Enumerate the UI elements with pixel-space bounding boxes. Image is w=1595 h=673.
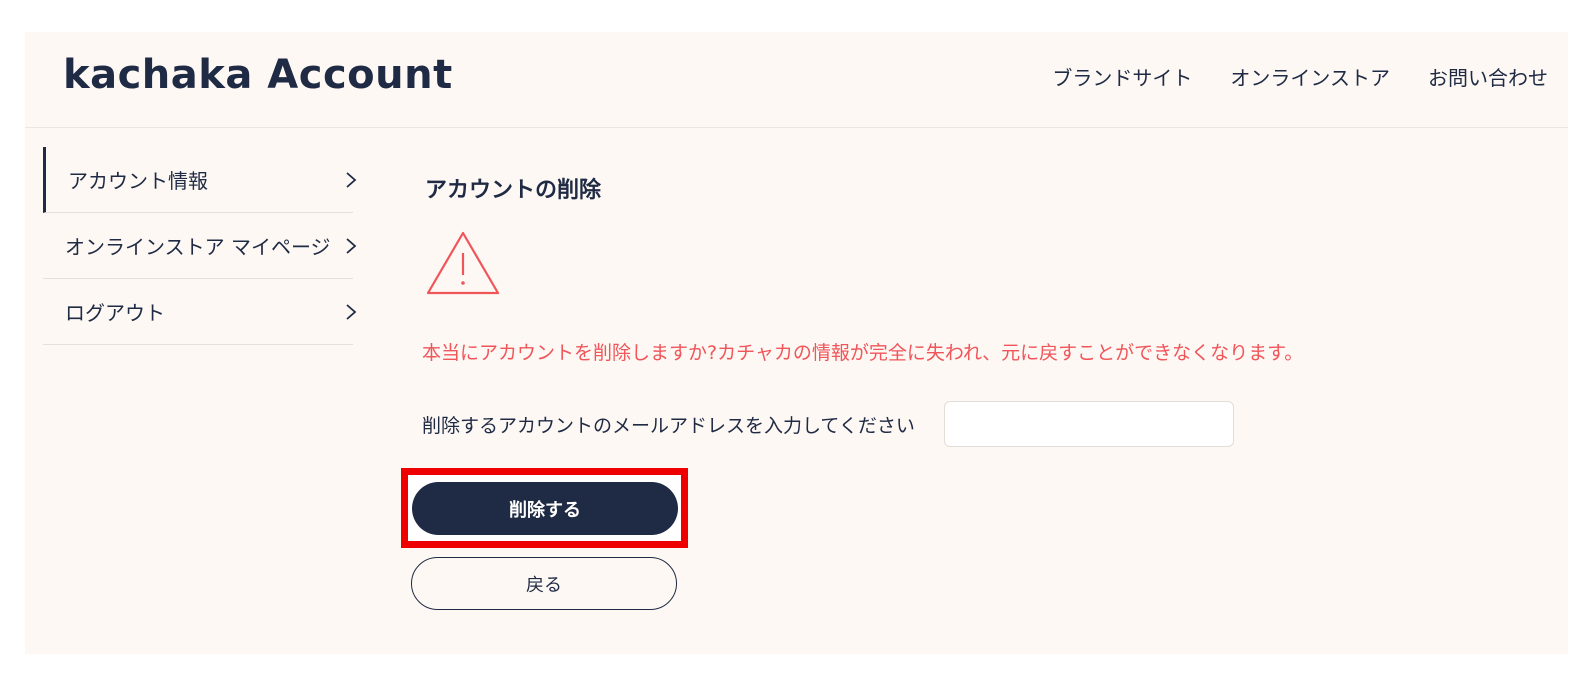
header: kachaka Account ブランドサイト オンラインストア お問い合わせ bbox=[25, 32, 1568, 128]
sidebar-item-account-info[interactable]: アカウント情報 bbox=[43, 147, 357, 213]
sidebar-item-label: アカウント情報 bbox=[68, 169, 208, 193]
page-title: アカウントの削除 bbox=[425, 178, 602, 203]
sidebar-item-label: オンラインストア マイページ bbox=[65, 235, 331, 259]
sidebar: アカウント情報 オンラインストア マイページ ログアウト bbox=[43, 147, 357, 345]
warning-message: 本当にアカウントを削除しますか?カチャカの情報が完全に失われ、元に戻すことができ… bbox=[422, 342, 1304, 364]
chevron-right-icon bbox=[346, 171, 357, 188]
logo[interactable]: kachaka Account bbox=[63, 52, 453, 98]
chevron-right-icon bbox=[346, 237, 357, 254]
warning-triangle-icon bbox=[426, 231, 500, 295]
nav-online-store[interactable]: オンラインストア bbox=[1230, 62, 1390, 91]
chevron-right-icon bbox=[346, 303, 357, 320]
sidebar-item-label: ログアウト bbox=[65, 301, 165, 325]
nav-contact[interactable]: お問い合わせ bbox=[1428, 62, 1548, 91]
back-button[interactable]: 戻る bbox=[411, 557, 677, 610]
email-field[interactable] bbox=[944, 401, 1234, 447]
email-field-label: 削除するアカウントのメールアドレスを入力してください bbox=[422, 415, 915, 437]
delete-button-highlight: 削除する bbox=[401, 468, 688, 548]
nav-brand-site[interactable]: ブランドサイト bbox=[1052, 62, 1192, 91]
top-nav: ブランドサイト オンラインストア お問い合わせ bbox=[1052, 62, 1548, 91]
delete-button[interactable]: 削除する bbox=[412, 482, 678, 535]
page-panel: kachaka Account ブランドサイト オンラインストア お問い合わせ … bbox=[25, 32, 1568, 654]
sidebar-item-logout[interactable]: ログアウト bbox=[43, 279, 357, 345]
sidebar-item-online-store-mypage[interactable]: オンラインストア マイページ bbox=[43, 213, 357, 279]
